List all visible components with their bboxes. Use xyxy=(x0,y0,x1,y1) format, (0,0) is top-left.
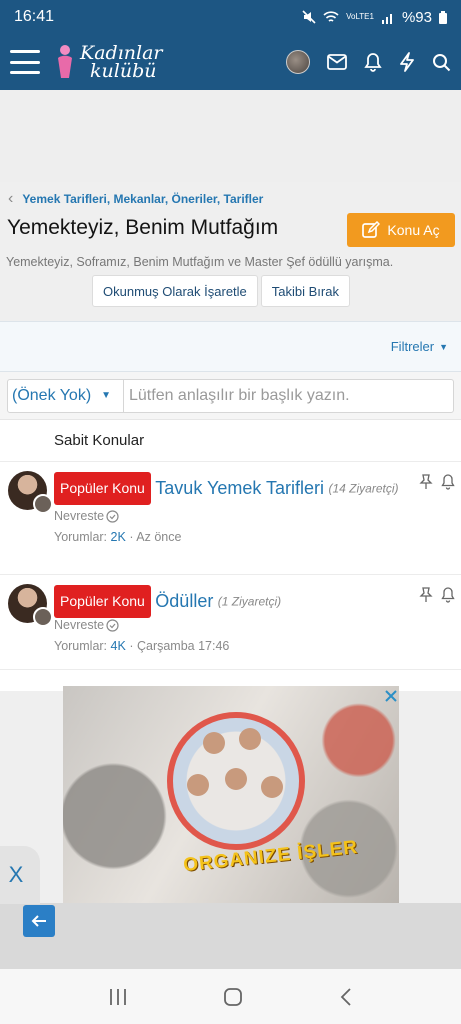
status-icons: VoLTE1 %93 xyxy=(302,9,447,26)
breadcrumb[interactable]: ‹ Yemek Tarifleri, Mekanlar, Öneriler, T… xyxy=(8,190,263,208)
thread-content: Popüler Konu Ödüller (1 Ziyaretçi) Nevre… xyxy=(0,575,461,653)
ad-face xyxy=(203,732,225,754)
replies-count[interactable]: 2K xyxy=(111,530,126,544)
status-bar: 16:41 VoLTE1 %93 xyxy=(0,0,461,34)
thread-meta: Yorumlar: 4K · Çarşamba 17:46 xyxy=(54,639,407,653)
new-topic-label: Konu Aç xyxy=(387,222,440,238)
last-activity[interactable]: Çarşamba 17:46 xyxy=(137,639,229,653)
thread-actions xyxy=(419,587,455,603)
last-activity[interactable]: Az önce xyxy=(136,530,181,544)
logo-text-line2: kulübü xyxy=(90,60,157,82)
ad-face xyxy=(187,774,209,796)
top-ad-space xyxy=(0,90,461,182)
system-navigation-bar xyxy=(0,969,461,1024)
caret-down-icon[interactable]: ▼ xyxy=(439,342,448,352)
advertisement-banner[interactable]: ORGANIZE İŞLER xyxy=(63,686,399,903)
replies-label: Yorumlar: xyxy=(54,639,108,653)
filter-bar: Filtreler ▼ xyxy=(0,321,461,372)
ad-cast-ring xyxy=(167,712,305,850)
user-avatar[interactable] xyxy=(286,50,310,74)
thread-title-input[interactable] xyxy=(124,379,453,412)
ad-face xyxy=(239,728,261,750)
verified-icon xyxy=(106,618,119,632)
breadcrumb-link[interactable]: Yemek Tarifleri, Mekanlar, Öneriler, Tar… xyxy=(22,192,263,206)
header-actions xyxy=(286,50,451,74)
thread-heading: Popüler Konu Tavuk Yemek Tarifleri (14 Z… xyxy=(54,472,407,505)
pin-icon xyxy=(419,474,433,489)
bolt-icon[interactable] xyxy=(399,52,415,72)
popular-badge[interactable]: Popüler Konu xyxy=(54,472,151,505)
search-icon[interactable] xyxy=(432,53,451,72)
mail-icon[interactable] xyxy=(327,54,347,70)
battery-level: %93 xyxy=(401,8,432,26)
sticky-bottom-bar xyxy=(0,903,461,969)
last-poster-avatar[interactable] xyxy=(33,494,53,514)
thread-item[interactable]: Popüler Konu Tavuk Yemek Tarifleri (14 Z… xyxy=(0,462,461,575)
home-icon[interactable] xyxy=(223,987,243,1007)
recent-apps-icon[interactable] xyxy=(108,988,128,1006)
side-close-tab[interactable]: X xyxy=(0,846,40,904)
prefix-value: (Önek Yok) xyxy=(12,386,92,404)
unwatch-button[interactable]: Takibi Bırak xyxy=(260,275,350,307)
thread-title-link[interactable]: Tavuk Yemek Tarifleri xyxy=(155,478,324,498)
thread-meta: Yorumlar: 2K · Az önce xyxy=(54,530,407,544)
visitor-count: (14 Ziyaretçi) xyxy=(328,481,399,496)
mute-icon xyxy=(302,10,316,24)
last-poster-avatar[interactable] xyxy=(33,607,53,627)
author-avatar[interactable] xyxy=(8,584,53,627)
ad-close-icon[interactable] xyxy=(383,688,399,704)
thread-heading: Popüler Konu Ödüller (1 Ziyaretçi) xyxy=(54,585,407,618)
visitor-count: (1 Ziyaretçi) xyxy=(217,594,282,609)
top-navbar: Kadınlar kulübü xyxy=(0,34,461,90)
site-logo[interactable]: Kadınlar kulübü xyxy=(54,43,163,82)
mark-read-button[interactable]: Okunmuş Olarak İşaretle xyxy=(92,275,258,307)
meta-separator: · xyxy=(129,530,134,544)
quick-thread-row: (Önek Yok) ▼ xyxy=(0,372,461,420)
arrow-left-icon xyxy=(31,915,46,927)
author-name[interactable]: Nevreste xyxy=(54,618,104,632)
bell-icon[interactable] xyxy=(364,52,382,72)
chevron-left-icon: ‹ xyxy=(8,190,14,207)
sticky-threads-header: Sabit Konular xyxy=(0,420,461,462)
bell-icon[interactable] xyxy=(441,474,455,490)
thread-author: Nevreste xyxy=(54,618,407,632)
back-icon[interactable] xyxy=(339,987,353,1007)
author-name[interactable]: Nevreste xyxy=(54,509,104,523)
caret-down-icon: ▼ xyxy=(101,390,112,401)
pin-icon xyxy=(419,587,433,602)
verified-icon xyxy=(106,509,119,523)
prefix-select[interactable]: (Önek Yok) ▼ xyxy=(8,379,124,412)
back-to-top-button[interactable] xyxy=(23,905,55,937)
ad-face xyxy=(225,768,247,790)
status-time: 16:41 xyxy=(14,8,55,25)
menu-icon[interactable] xyxy=(10,50,40,74)
replies-label: Yorumlar: xyxy=(54,530,108,544)
signal-icon xyxy=(381,13,392,24)
page-title: Yemekteyiz, Benim Mutfağım xyxy=(7,216,279,239)
meta-separator: · xyxy=(129,639,134,653)
ad-face xyxy=(261,776,283,798)
popular-badge[interactable]: Popüler Konu xyxy=(54,585,151,618)
battery-icon xyxy=(439,10,447,24)
thread-title-link[interactable]: Ödüller xyxy=(155,591,213,611)
thread-item[interactable]: Popüler Konu Ödüller (1 Ziyaretçi) Nevre… xyxy=(0,575,461,670)
thread-author: Nevreste xyxy=(54,509,407,523)
wifi-icon xyxy=(323,11,339,22)
filters-button[interactable]: Filtreler xyxy=(391,339,434,354)
thread-list: Filtreler ▼ (Önek Yok) ▼ Sabit Konular P… xyxy=(0,321,461,691)
network-type: VoLTE1 xyxy=(346,12,374,21)
replies-count[interactable]: 4K xyxy=(111,639,126,653)
forum-description: Yemekteyiz, Soframız, Benim Mutfağım ve … xyxy=(6,255,394,269)
thread-content: Popüler Konu Tavuk Yemek Tarifleri (14 Z… xyxy=(0,462,461,544)
forum-actions: Okunmuş Olarak İşaretle Takibi Bırak xyxy=(92,275,350,307)
edit-icon xyxy=(362,221,381,238)
author-avatar[interactable] xyxy=(8,471,53,514)
bell-icon[interactable] xyxy=(441,587,455,603)
thread-actions xyxy=(419,474,455,490)
new-topic-button[interactable]: Konu Aç xyxy=(347,213,455,247)
quick-thread-box: (Önek Yok) ▼ xyxy=(7,378,454,413)
logo-figure-icon xyxy=(58,45,72,78)
